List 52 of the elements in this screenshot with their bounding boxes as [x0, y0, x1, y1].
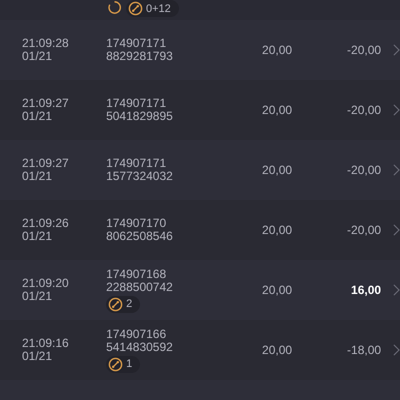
amount-text: 20,00 — [261, 163, 292, 177]
refresh-icon — [107, 0, 122, 15]
chevron-icon — [393, 44, 400, 56]
id-text: 174907171 — [106, 157, 168, 170]
chevron-icon — [393, 344, 400, 356]
badge-count: 1 — [126, 358, 132, 370]
id-text: 5041829895 — [106, 110, 174, 123]
list-row[interactable]: 21:09:20 01/21 174907168 2288500742 2 20,00 16,00 — [0, 260, 400, 320]
amount-text: 20,00 — [261, 283, 292, 297]
date-text: 01/21 — [22, 170, 54, 183]
amount-text: 20,00 — [261, 43, 292, 57]
swap-icon — [128, 1, 143, 16]
amount-text: 20,00 — [261, 343, 292, 357]
id-text: 174907170 — [106, 217, 168, 230]
swap-icon — [108, 296, 124, 312]
amount-text: 20,00 — [261, 103, 292, 117]
swap-icon — [108, 356, 124, 372]
date-text: 01/21 — [22, 290, 54, 303]
date-text: 01/21 — [22, 50, 54, 63]
id-text: 8829281793 — [106, 50, 174, 63]
time-text: 21:09:26 — [22, 217, 70, 230]
badge-count: 0+12 — [146, 2, 171, 14]
result-text: -20,00 — [346, 43, 382, 57]
date-text: 01/21 — [22, 230, 54, 243]
time-text: 21:09:16 — [22, 337, 70, 350]
time-text: 21:09:28 — [22, 37, 70, 50]
chevron-icon — [393, 104, 400, 116]
amount-text: 20,00 — [261, 223, 292, 237]
list-row[interactable]: 21:09:27 01/21 174907171 1577324032 20,00 -20,00 — [0, 140, 400, 200]
time-text: 21:09:20 — [22, 277, 70, 290]
id-text: 174907166 — [106, 328, 168, 340]
time-text: 21:09:27 — [22, 97, 70, 110]
id-text: 5414830592 — [106, 340, 174, 354]
id-text: 1577324032 — [106, 170, 174, 183]
result-text: -20,00 — [346, 223, 382, 237]
list-row[interactable]: 21:09:28 01/21 174907171 8829281793 20,00 -20,00 — [0, 20, 400, 80]
id-text: 174907168 — [106, 268, 168, 280]
id-text: 174907171 — [106, 97, 168, 110]
id-text: 174907171 — [106, 37, 168, 50]
time-text: 21:09:27 — [22, 157, 70, 170]
result-text: 16,00 — [350, 283, 382, 297]
id-text: 2288500742 — [106, 280, 174, 294]
date-text: 01/21 — [22, 110, 54, 123]
chevron-icon — [393, 224, 400, 236]
badge-count: 2 — [126, 298, 132, 310]
result-text: -18,00 — [346, 343, 382, 357]
chevron-icon — [393, 164, 400, 176]
result-text: -20,00 — [346, 103, 382, 117]
id-text: 8062508546 — [106, 230, 174, 243]
date-text: 01/21 — [22, 350, 54, 363]
result-text: -20,00 — [346, 163, 382, 177]
chevron-icon — [393, 284, 400, 296]
